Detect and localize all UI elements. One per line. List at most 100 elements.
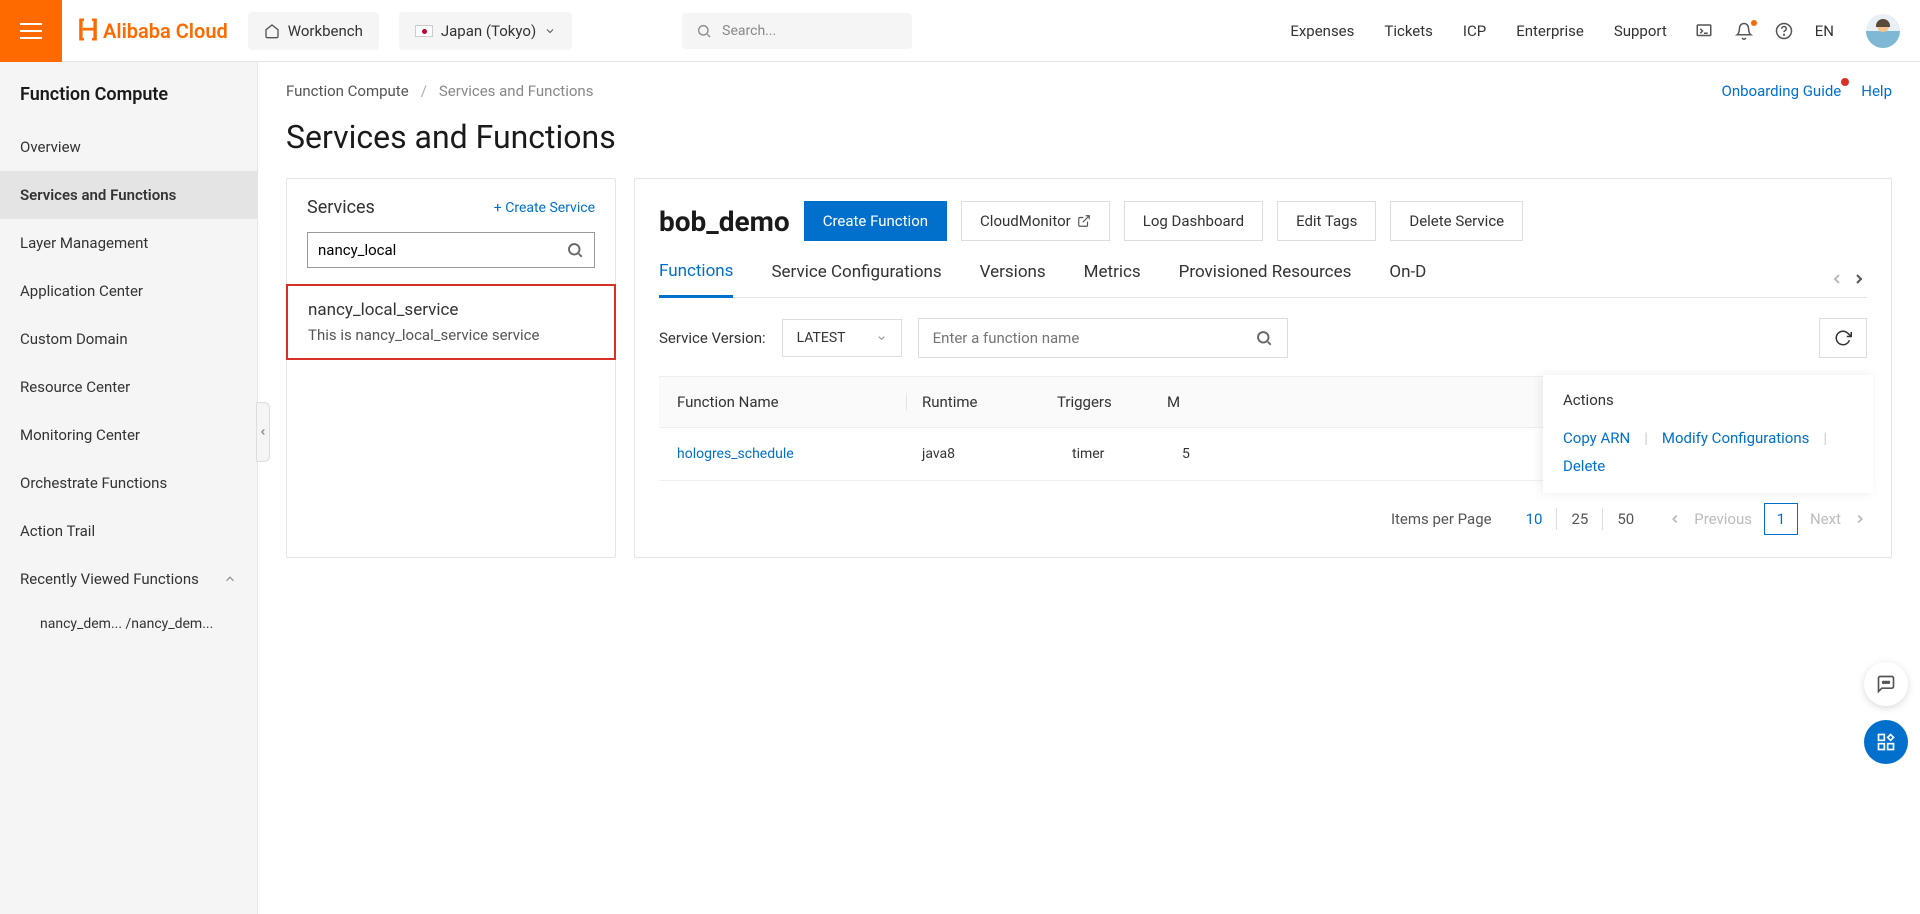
action-modify[interactable]: Modify Configurations [1662,429,1809,447]
page-size-50[interactable]: 50 [1603,508,1648,530]
refresh-button[interactable] [1819,318,1867,358]
apps-icon [1876,732,1896,752]
logo-text: Alibaba Cloud [103,19,228,43]
help-link[interactable]: Help [1861,82,1892,100]
sidebar-item-overview[interactable]: Overview [0,123,257,171]
floating-buttons [1864,662,1908,764]
nav-expenses[interactable]: Expenses [1290,22,1354,40]
workbench-button[interactable]: Workbench [248,12,379,50]
cell-runtime: java8 [922,446,1072,462]
nav-enterprise[interactable]: Enterprise [1516,22,1584,40]
tab-on-demand[interactable]: On-D [1389,262,1426,296]
functions-panel: bob_demo Create Function CloudMonitor Lo… [634,178,1892,558]
top-nav: Expenses Tickets ICP Enterprise Support [1290,22,1666,40]
chevron-down-icon [544,25,556,37]
pager-page-1[interactable]: 1 [1764,503,1798,535]
logo[interactable]: [–] Alibaba Cloud [78,18,228,43]
service-item-name: nancy_local_service [308,300,594,320]
nav-icp[interactable]: ICP [1463,22,1486,40]
chevron-up-icon [223,572,237,586]
services-search-input[interactable] [318,241,566,259]
items-per-page-label: Items per Page [1391,510,1492,528]
log-dashboard-button[interactable]: Log Dashboard [1124,201,1263,241]
cell-function-name[interactable]: hologres_schedule [677,446,922,462]
chat-button[interactable] [1864,662,1908,706]
chevron-left-icon[interactable] [1668,512,1682,526]
tab-functions[interactable]: Functions [659,261,733,298]
action-delete[interactable]: Delete [1563,457,1605,475]
version-select[interactable]: LATEST [782,319,902,357]
cloudmonitor-button[interactable]: CloudMonitor [961,201,1110,241]
sidebar-item-recent[interactable]: Recently Viewed Functions [0,555,257,603]
chat-icon [1876,674,1896,694]
create-function-button[interactable]: Create Function [804,201,947,241]
pager-next[interactable]: Next [1810,510,1841,528]
onboarding-link[interactable]: Onboarding Guide [1722,82,1842,100]
cell-memory: 5 [1182,446,1237,462]
services-search[interactable] [307,232,595,268]
chevron-left-icon [1829,271,1845,287]
terminal-icon[interactable] [1695,22,1713,40]
tab-versions[interactable]: Versions [980,262,1046,296]
pagination: Items per Page 10 25 50 Previous 1 Next [659,503,1867,535]
tabs-scroll-left[interactable] [1829,271,1845,287]
chevron-right-icon[interactable] [1853,512,1867,526]
actions-heading: Actions [1563,391,1853,409]
breadcrumb: Function Compute / Services and Function… [286,82,1892,100]
sidebar-item-layer[interactable]: Layer Management [0,219,257,267]
tabs-scroll-right[interactable] [1851,271,1867,287]
global-search[interactable]: Search... [682,13,912,49]
search-icon[interactable] [1255,329,1273,347]
chevron-down-icon [876,331,887,345]
sidebar-item-actiontrail[interactable]: Action Trail [0,507,257,555]
functions-table: Function Name Runtime Triggers M hologre… [659,376,1867,481]
sidebar-recent-item[interactable]: nancy_dem... /nancy_dem... [0,603,257,645]
japan-flag-icon [415,25,433,37]
bell-icon[interactable] [1735,22,1753,40]
chevron-left-icon [258,427,268,437]
actions-popover: Actions Copy ARN | Modify Configurations… [1543,375,1873,493]
service-item-highlighted[interactable]: nancy_local_service This is nancy_local_… [286,284,616,360]
sidebar-item-domain[interactable]: Custom Domain [0,315,257,363]
sidebar-collapse[interactable] [256,402,270,462]
apps-button[interactable] [1864,720,1908,764]
nav-support[interactable]: Support [1614,22,1667,40]
refresh-icon [1834,329,1852,347]
red-dot-icon [1841,78,1849,86]
delete-service-button[interactable]: Delete Service [1390,201,1523,241]
tab-metrics[interactable]: Metrics [1084,262,1141,296]
notification-dot [1751,20,1757,26]
hamburger-icon [20,23,42,39]
function-search[interactable] [918,318,1288,358]
nav-tickets[interactable]: Tickets [1384,22,1433,40]
edit-tags-button[interactable]: Edit Tags [1277,201,1376,241]
hamburger-menu[interactable] [0,0,62,62]
sidebar: Function Compute Overview Services and F… [0,62,258,914]
tab-provisioned[interactable]: Provisioned Resources [1179,262,1352,296]
col-runtime: Runtime [907,393,1057,411]
language-switch[interactable]: EN [1815,22,1834,40]
pager-previous[interactable]: Previous [1694,510,1752,528]
tab-service-configurations[interactable]: Service Configurations [771,262,941,296]
breadcrumb-current: Services and Functions [439,82,594,100]
sidebar-item-orchestrate[interactable]: Orchestrate Functions [0,459,257,507]
function-search-input[interactable] [933,329,1245,347]
search-icon[interactable] [566,241,584,259]
action-copy-arn[interactable]: Copy ARN [1563,429,1630,447]
avatar[interactable] [1866,14,1900,48]
create-service-link[interactable]: + Create Service [494,200,595,216]
region-selector[interactable]: Japan (Tokyo) [399,12,572,50]
col-triggers: Triggers [1057,393,1167,411]
page-size-10[interactable]: 10 [1512,508,1558,530]
help-icon[interactable] [1775,22,1793,40]
sidebar-item-resource[interactable]: Resource Center [0,363,257,411]
search-icon [696,23,712,39]
home-icon [264,23,280,39]
sidebar-item-services[interactable]: Services and Functions [0,171,257,219]
cell-triggers: timer [1072,446,1182,462]
topbar: [–] Alibaba Cloud Workbench Japan (Tokyo… [0,0,1920,62]
page-size-25[interactable]: 25 [1557,508,1603,530]
breadcrumb-root[interactable]: Function Compute [286,82,409,100]
sidebar-item-monitoring[interactable]: Monitoring Center [0,411,257,459]
sidebar-item-appcenter[interactable]: Application Center [0,267,257,315]
